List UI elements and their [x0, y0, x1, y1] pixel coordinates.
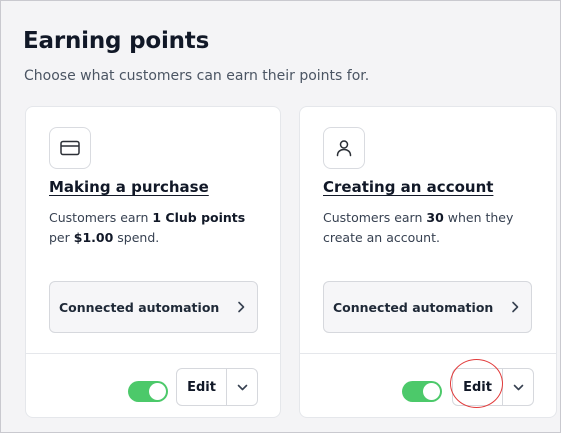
card-title-link[interactable]: Making a purchase	[49, 178, 209, 196]
edit-button[interactable]: Edit	[453, 369, 503, 405]
desc-text: Customers earn	[49, 210, 153, 225]
card-title-link[interactable]: Creating an account	[323, 178, 493, 196]
credit-card-icon	[49, 127, 91, 169]
chevron-down-icon	[513, 384, 523, 390]
chevron-down-icon	[237, 384, 247, 390]
desc-points: 30	[426, 210, 444, 225]
desc-points: 1 Club points	[152, 210, 246, 225]
card-description: Customers earn 1 Club points per $1.00 s…	[49, 208, 261, 248]
edit-button-group: Edit	[452, 368, 534, 406]
card-footer: Edit	[26, 353, 280, 417]
more-options-button[interactable]	[227, 369, 257, 405]
earning-points-panel: Earning points Choose what customers can…	[0, 0, 561, 433]
edit-button[interactable]: Edit	[177, 369, 227, 405]
page-subtitle: Choose what customers can earn their poi…	[24, 68, 370, 84]
connected-automation-button[interactable]: Connected automation	[49, 281, 258, 333]
toggle-knob	[423, 383, 440, 400]
more-options-button[interactable]	[503, 369, 533, 405]
chevron-right-icon	[238, 301, 245, 313]
earning-card-purchase: Making a purchase Customers earn 1 Club …	[25, 106, 281, 418]
automation-label: Connected automation	[333, 299, 494, 315]
automation-label: Connected automation	[59, 299, 220, 315]
edit-button-group: Edit	[176, 368, 258, 406]
toggle-knob	[149, 383, 166, 400]
desc-text: per	[49, 230, 74, 245]
desc-text: Customers earn	[323, 210, 427, 225]
connected-automation-button[interactable]: Connected automation	[323, 281, 532, 333]
card-description: Customers earn 30 when they create an ac…	[323, 208, 535, 248]
chevron-right-icon	[512, 301, 519, 313]
user-icon	[323, 127, 365, 169]
earning-card-account: Creating an account Customers earn 30 wh…	[299, 106, 557, 418]
enable-toggle[interactable]	[402, 381, 442, 402]
card-footer: Edit	[300, 353, 556, 417]
page-title: Earning points	[23, 28, 210, 54]
desc-amount: $1.00	[73, 230, 114, 245]
desc-text: spend.	[113, 230, 160, 245]
enable-toggle[interactable]	[128, 381, 168, 402]
